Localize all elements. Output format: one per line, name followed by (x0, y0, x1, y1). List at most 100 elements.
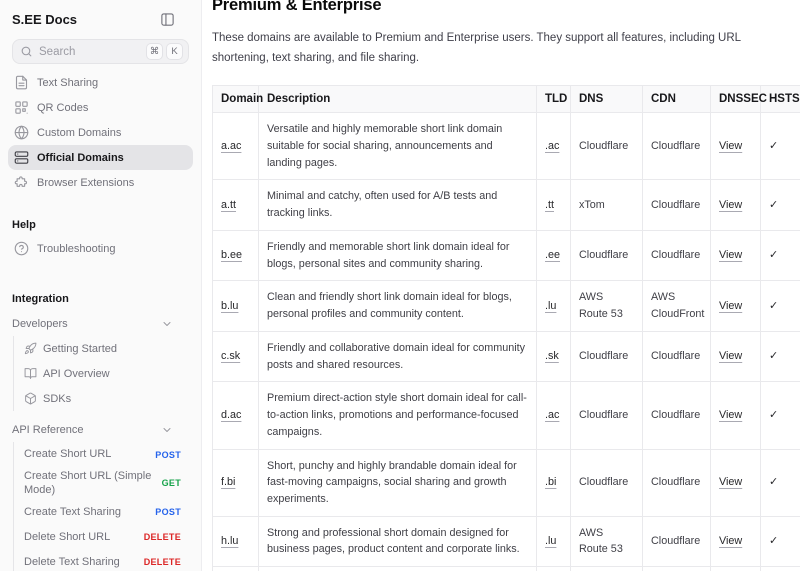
sidebar-item-create-short-url[interactable]: Create Short URL POST (22, 442, 193, 467)
dnssec-view-link[interactable]: View (719, 409, 742, 421)
sidebar-toggle-icon[interactable] (160, 12, 175, 27)
dnssec-view-link[interactable]: View (719, 300, 742, 312)
cdn-value: Cloudflare (643, 113, 711, 180)
main-content: Premium & Enterprise These domains are a… (202, 0, 800, 571)
domain-description: Strong and professional short domain des… (259, 516, 537, 566)
table-row-partial (213, 567, 800, 571)
domain-description: Clean and friendly short link domain ide… (259, 281, 537, 331)
tld-link[interactable]: .sk (545, 350, 559, 362)
dnssec-view-link[interactable]: View (719, 535, 742, 547)
sidebar-item-label: API Overview (43, 368, 110, 380)
dnssec-view-link[interactable]: View (719, 249, 742, 261)
qr-code-icon (14, 100, 29, 115)
integration-heading: Integration (8, 285, 193, 305)
dnssec-view-link[interactable]: View (719, 476, 742, 488)
domain-description: Friendly and collaborative domain ideal … (259, 331, 537, 381)
domain-link[interactable]: a.ac (221, 140, 241, 152)
search-placeholder: Search (39, 46, 140, 58)
sidebar-item-create-text-sharing[interactable]: Create Text Sharing POST (22, 500, 193, 525)
sidebar-item-label: Browser Extensions (37, 177, 134, 189)
tld-link[interactable]: .ac (545, 140, 559, 152)
sidebar: S.EE Docs Search ⌘ K Text Sharing QR Cod… (0, 0, 202, 571)
sidebar-item-qr-codes[interactable]: QR Codes (8, 95, 193, 120)
table-row: d.ac Premium direct-action style short d… (213, 382, 800, 449)
col-cdn: CDN (643, 86, 711, 113)
dns-value: AWS Route 53 (571, 516, 643, 566)
hsts-check: ✓ (761, 382, 800, 449)
page-title: Premium & Enterprise (212, 0, 800, 15)
domain-link[interactable]: c.sk (221, 350, 240, 362)
tld-link[interactable]: .ee (545, 249, 560, 261)
sidebar-item-label: Official Domains (37, 152, 124, 164)
k-key: K (166, 43, 183, 60)
dns-value: Cloudflare (571, 449, 643, 516)
tld-link[interactable]: .ac (545, 409, 559, 421)
sidebar-item-browser-extensions[interactable]: Browser Extensions (8, 170, 193, 195)
domain-link[interactable]: b.ee (221, 249, 242, 261)
table-row: f.bi Short, punchy and highly brandable … (213, 449, 800, 516)
domain-link[interactable]: a.tt (221, 199, 236, 211)
api-reference-subgroup: Create Short URL POST Create Short URL (… (13, 442, 193, 571)
puzzle-icon (14, 175, 29, 190)
sidebar-group-api-reference[interactable]: API Reference (8, 417, 193, 442)
sidebar-item-official-domains[interactable]: Official Domains (8, 145, 193, 170)
tld-link[interactable]: .lu (545, 300, 556, 312)
sidebar-item-label: QR Codes (37, 102, 88, 114)
sidebar-item-sdks[interactable]: SDKs (22, 386, 193, 411)
sidebar-item-delete-text-sharing[interactable]: Delete Text Sharing DELETE (22, 550, 193, 571)
sidebar-header: S.EE Docs (8, 8, 193, 30)
sidebar-item-label: Create Short URL (Simple Mode) (24, 469, 156, 498)
chevron-down-icon (161, 424, 173, 436)
col-dnssec: DNSSEC (711, 86, 761, 113)
dns-value: Cloudflare (571, 331, 643, 381)
sidebar-group-developers[interactable]: Developers (8, 311, 193, 336)
domain-link[interactable]: h.lu (221, 535, 238, 547)
col-domain: Domain (213, 86, 259, 113)
domains-table: Domain Description TLD DNS CDN DNSSEC HS… (212, 85, 800, 571)
table-row: a.tt Minimal and catchy, often used for … (213, 180, 800, 230)
sidebar-nav: Text Sharing QR Codes Custom Domains Off… (8, 70, 193, 195)
hsts-check: ✓ (761, 516, 800, 566)
domain-description: Versatile and highly memorable short lin… (259, 113, 537, 180)
domain-description: Friendly and memorable short link domain… (259, 230, 537, 280)
cdn-value: AWS CloudFront (643, 281, 711, 331)
method-badge: DELETE (144, 557, 181, 567)
sidebar-item-troubleshooting[interactable]: Troubleshooting (8, 236, 193, 261)
tld-link[interactable]: .bi (545, 476, 556, 488)
table-header: Domain Description TLD DNS CDN DNSSEC HS… (213, 86, 800, 113)
question-circle-icon (14, 241, 29, 256)
domain-link[interactable]: f.bi (221, 476, 235, 488)
tld-link[interactable]: .lu (545, 535, 556, 547)
tld-link[interactable]: .tt (545, 199, 554, 211)
sidebar-item-create-short-url-simple-mode[interactable]: Create Short URL (Simple Mode) GET (22, 467, 193, 500)
dnssec-view-link[interactable]: View (719, 199, 742, 211)
domain-link[interactable]: b.lu (221, 300, 238, 312)
table-row: b.ee Friendly and memorable short link d… (213, 230, 800, 280)
domain-link[interactable]: d.ac (221, 409, 241, 421)
domain-description: Short, punchy and highly brandable domai… (259, 449, 537, 516)
sidebar-item-text-sharing[interactable]: Text Sharing (8, 70, 193, 95)
sidebar-item-label: Delete Short URL (24, 530, 138, 544)
sidebar-item-api-overview[interactable]: API Overview (22, 361, 193, 386)
domain-description: Minimal and catchy, often used for A/B t… (259, 180, 537, 230)
sidebar-item-custom-domains[interactable]: Custom Domains (8, 120, 193, 145)
sidebar-item-label: Getting Started (43, 343, 117, 355)
sidebar-item-delete-short-url[interactable]: Delete Short URL DELETE (22, 525, 193, 550)
help-heading: Help (8, 211, 193, 231)
sidebar-item-label: Create Text Sharing (24, 505, 149, 519)
dnssec-view-link[interactable]: View (719, 350, 742, 362)
app: S.EE Docs Search ⌘ K Text Sharing QR Cod… (0, 0, 800, 571)
dns-value: xTom (571, 180, 643, 230)
server-icon (14, 150, 29, 165)
sidebar-item-getting-started[interactable]: Getting Started (22, 336, 193, 361)
dns-value: Cloudflare (571, 230, 643, 280)
cdn-value: Cloudflare (643, 230, 711, 280)
sidebar-item-label: Create Short URL (24, 447, 149, 461)
cmd-key: ⌘ (146, 43, 163, 60)
search-input[interactable]: Search ⌘ K (12, 39, 189, 64)
method-badge: DELETE (144, 532, 181, 542)
method-badge: GET (162, 478, 181, 488)
dnssec-view-link[interactable]: View (719, 140, 742, 152)
sidebar-item-label: Custom Domains (37, 127, 121, 139)
globe-icon (14, 125, 29, 140)
